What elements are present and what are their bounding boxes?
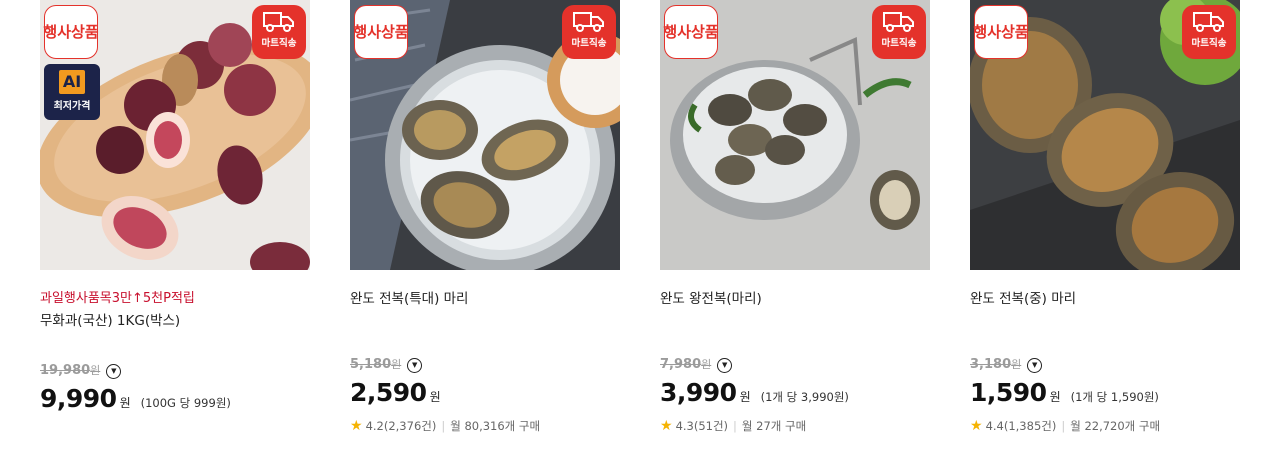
product-info: 과일행사품목3만↑5천P적립 무화과(국산) 1KG(박스) 19,980원 ▼… [40,270,310,418]
sale-price: 2,590 [350,378,427,407]
chevron-down-circle-icon[interactable]: ▼ [1027,357,1043,373]
rating-value[interactable]: 4.4(1,385건) [986,416,1057,436]
original-price: 19,980원 ▼ [40,360,310,382]
rating-row: ★ 4.2(2,376건) | 월 80,316개 구매 [350,416,620,436]
product-card[interactable]: 행사상품 마트직송 완도 전복(특대) 마리 5,180원 ▼ 2,590 원 … [350,0,620,436]
delivery-truck-icon [1193,12,1224,32]
monthly-purchases: 월 22,720개 구매 [1070,419,1161,433]
divider: | [1061,419,1066,433]
divider: | [733,419,737,433]
divider: | [441,419,446,433]
product-image[interactable]: 행사상품 마트직송 [350,0,620,270]
rating-value[interactable]: 4.3(51건) [676,416,728,436]
product-name[interactable]: 무화과(국산) 1KG(박스) [40,310,310,332]
product-name[interactable]: 완도 전복(특대) 마리 [350,288,620,310]
product-info: 완도 왕전복(마리) 7,980원 ▼ 3,990 원 (1개 당 3,990원… [660,270,930,436]
product-name[interactable]: 완도 왕전복(마리) [660,288,930,310]
price-won: 원 [119,396,131,410]
sale-price: 3,990 [660,378,737,407]
price-row: 1,590 원 (1개 당 1,590원) [970,378,1240,412]
original-price-value: 19,980 [40,363,91,378]
mart-delivery-badge: 마트직송 [1182,5,1236,59]
sale-price: 1,590 [970,378,1047,407]
product-name[interactable]: 완도 전복(중) 마리 [970,288,1240,310]
chevron-down-circle-icon[interactable]: ▼ [407,357,423,373]
mart-delivery-badge: 마트직송 [252,5,306,59]
delivery-truck-icon [573,12,604,32]
price-row: 3,990 원 (1개 당 3,990원) [660,378,930,412]
event-product-badge: 행사상품 [663,5,719,59]
original-price-won: 원 [391,358,402,371]
product-card[interactable]: 행사상품 마트직송 완도 왕전복(마리) 7,980원 ▼ 3,990 원 (1… [660,0,930,436]
original-price-value: 3,180 [970,357,1012,372]
mart-delivery-badge: 마트직송 [872,5,926,59]
sale-price: 9,990 [40,384,117,413]
product-card[interactable]: 행사상품 마트직송 완도 전복(중) 마리 3,180원 ▼ 1,590 원 (… [970,0,1240,436]
monthly-purchases: 월 80,316개 구매 [450,419,541,433]
rating-value[interactable]: 4.2(2,376건) [366,416,437,436]
star-icon: ★ [970,418,983,434]
original-price-value: 5,180 [350,357,392,372]
mart-delivery-label: 마트직송 [571,38,607,49]
product-image[interactable]: 행사상품 마트직송 [970,0,1240,270]
mart-delivery-label: 마트직송 [881,38,917,49]
event-product-badge: 행사상품 [353,5,409,59]
price-won: 원 [739,390,751,404]
product-card[interactable]: 행사상품 마트직송 AI 최저가격 과일행사품목3만↑5천P적립 무화과(국산)… [40,0,310,418]
rating-row: ★ 4.4(1,385건) | 월 22,720개 구매 [970,416,1240,436]
product-grid: 행사상품 마트직송 AI 최저가격 과일행사품목3만↑5천P적립 무화과(국산)… [0,0,1264,449]
promo-text: 과일행사품목3만↑5천P적립 [40,291,195,306]
price-won: 원 [1049,390,1061,404]
chevron-down-circle-icon[interactable]: ▼ [106,363,122,379]
price-won: 원 [429,390,441,404]
mart-delivery-label: 마트직송 [261,38,297,49]
product-info: 완도 전복(특대) 마리 5,180원 ▼ 2,590 원 ★ 4.2(2,37… [350,270,620,436]
price-row: 2,590 원 [350,378,620,412]
original-price: 7,980원 ▼ [660,354,930,376]
event-product-badge: 행사상품 [973,5,1029,59]
ai-lowest-price-badge: AI 최저가격 [44,64,100,120]
unit-price: (1개 당 3,990원) [760,390,849,404]
original-price: 5,180원 ▼ [350,354,620,376]
star-icon: ★ [350,418,363,434]
product-info: 완도 전복(중) 마리 3,180원 ▼ 1,590 원 (1개 당 1,590… [970,270,1240,436]
unit-price: (1개 당 1,590원) [1070,390,1159,404]
product-image[interactable]: 행사상품 마트직송 AI 최저가격 [40,0,310,270]
delivery-truck-icon [883,12,914,32]
mart-delivery-label: 마트직송 [1191,38,1227,49]
ai-logo-icon: AI [59,70,85,94]
chevron-down-circle-icon[interactable]: ▼ [717,357,733,373]
price-row: 9,990 원 (100G 당 999원) [40,384,310,418]
ai-badge-label: 최저가격 [53,101,91,112]
unit-price: (100G 당 999원) [140,396,231,410]
original-price-value: 7,980 [660,357,702,372]
mart-delivery-badge: 마트직송 [562,5,616,59]
product-image[interactable]: 행사상품 마트직송 [660,0,930,270]
event-product-badge: 행사상품 [43,5,99,59]
rating-row: ★ 4.3(51건) | 월 27개 구매 [660,416,930,436]
delivery-truck-icon [263,12,294,32]
star-icon: ★ [660,418,673,434]
original-price: 3,180원 ▼ [970,354,1240,376]
original-price-won: 원 [1011,358,1022,371]
original-price-won: 원 [90,364,101,377]
monthly-purchases: 월 27개 구매 [741,419,807,433]
original-price-won: 원 [701,358,712,371]
